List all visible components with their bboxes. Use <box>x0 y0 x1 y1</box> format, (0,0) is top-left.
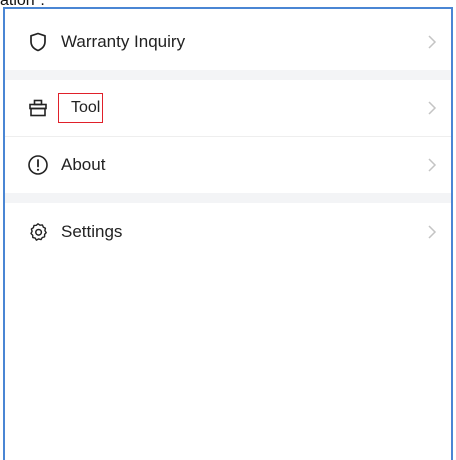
menu-item-settings[interactable]: Settings <box>5 203 451 261</box>
shield-icon <box>27 31 49 53</box>
chevron-right-icon <box>428 101 437 115</box>
chevron-right-icon <box>428 225 437 239</box>
section-divider <box>5 70 451 80</box>
menu-item-about[interactable]: About <box>5 137 451 193</box>
menu-item-tool[interactable]: Tool <box>5 80 451 136</box>
info-circle-icon <box>27 154 49 176</box>
menu-item-label: Tool <box>71 99 101 116</box>
toolbox-icon <box>27 97 49 119</box>
chevron-right-icon <box>428 158 437 172</box>
gear-icon <box>27 221 49 243</box>
menu-item-label: About <box>61 155 106 174</box>
menu-item-label: Warranty Inquiry <box>61 32 186 51</box>
chevron-right-icon <box>428 35 437 49</box>
menu-item-label: Settings <box>61 222 123 241</box>
settings-menu-panel: Warranty Inquiry Tool About Settings <box>3 7 453 460</box>
menu-item-warranty-inquiry[interactable]: Warranty Inquiry <box>5 14 451 70</box>
section-divider <box>5 193 451 203</box>
screen: ation". Warranty Inquiry Tool About Sett… <box>0 0 456 460</box>
